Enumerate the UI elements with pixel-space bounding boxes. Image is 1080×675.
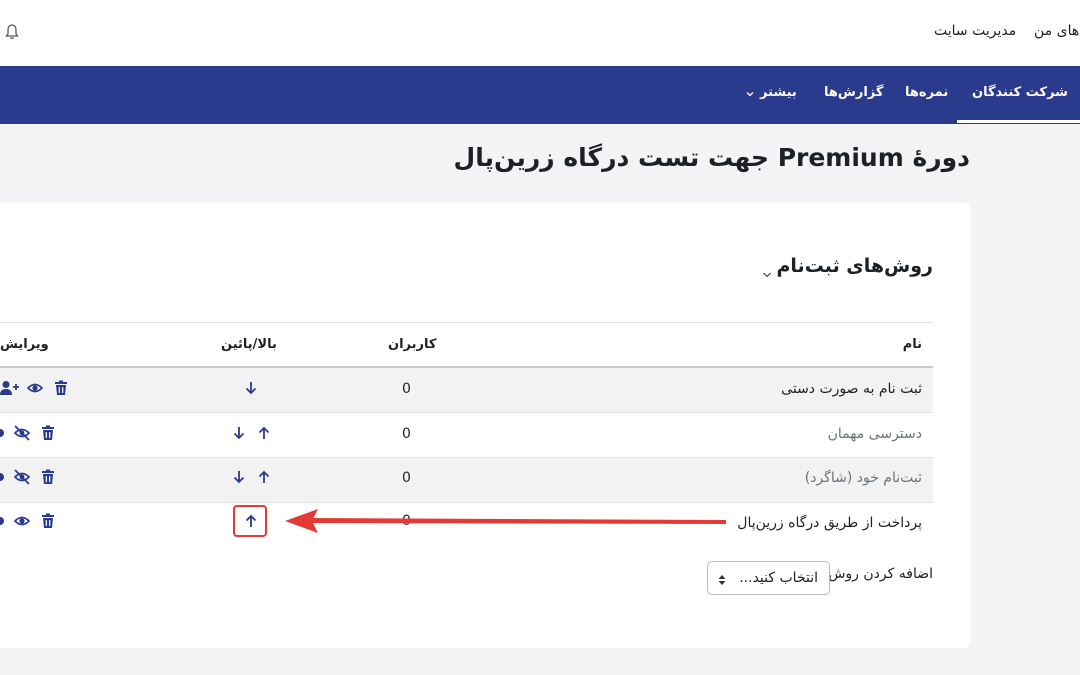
- select-arrows-icon: [717, 572, 727, 586]
- enrol-method-name: ثبت نام به صورت دستی: [781, 381, 922, 397]
- arrow-down-icon[interactable]: [243, 380, 259, 396]
- cog-icon[interactable]: [0, 517, 6, 525]
- tab-reports[interactable]: گزارش‌ها: [824, 85, 883, 100]
- cog-icon[interactable]: [0, 429, 6, 437]
- eye-slash-icon[interactable]: [13, 469, 31, 485]
- trash-icon[interactable]: [40, 425, 56, 441]
- highlight-box: [233, 505, 267, 537]
- trash-icon[interactable]: [53, 380, 69, 396]
- chevron-down-icon: [746, 87, 754, 102]
- column-header-users: کاربران: [388, 337, 437, 352]
- tab-more[interactable]: بیشتر: [760, 85, 797, 100]
- my-courses-link[interactable]: های من: [1034, 23, 1079, 39]
- enrol-user-count: 0: [402, 426, 411, 442]
- enrol-method-name: پرداخت از طریق درگاه زرین‌پال: [737, 515, 922, 531]
- trash-icon[interactable]: [40, 469, 56, 485]
- table-divider: [0, 502, 933, 503]
- arrow-up-icon[interactable]: [256, 469, 272, 485]
- enrol-method-name: ثبت‌نام خود (شاگرد): [804, 470, 922, 486]
- enrol-user-count: 0: [402, 381, 411, 397]
- bell-icon[interactable]: [4, 23, 20, 41]
- eye-slash-icon[interactable]: [13, 425, 31, 441]
- arrow-down-icon[interactable]: [231, 425, 247, 441]
- add-user-icon[interactable]: [0, 380, 20, 396]
- column-header-up-down: بالا/پائین: [221, 337, 277, 352]
- chevron-down-icon[interactable]: [762, 264, 772, 278]
- select-value: انتخاب کنید...: [739, 570, 818, 586]
- tab-participants[interactable]: شرکت کنندگان: [972, 85, 1068, 100]
- site-admin-link[interactable]: مدیریت سایت: [934, 23, 1016, 39]
- tab-grades[interactable]: نمره‌ها: [905, 85, 948, 100]
- eye-icon[interactable]: [27, 380, 43, 396]
- add-method-select[interactable]: انتخاب کنید...: [707, 561, 830, 595]
- section-title[interactable]: روش‌های ثبت‌نام: [777, 255, 934, 277]
- table-divider: [0, 412, 933, 413]
- active-tab-indicator: [957, 120, 1080, 123]
- table-divider: [0, 322, 933, 323]
- enrol-user-count: 0: [402, 470, 411, 486]
- eye-icon[interactable]: [14, 513, 30, 529]
- enrol-user-count: 0: [402, 513, 411, 529]
- top-bar: مدیریت سایت های من: [0, 0, 1080, 67]
- arrow-down-icon[interactable]: [231, 469, 247, 485]
- cog-icon[interactable]: [0, 473, 6, 481]
- arrow-up-icon[interactable]: [256, 425, 272, 441]
- column-header-name: نام: [902, 337, 922, 352]
- enrol-method-name: دسترسی مهمان: [827, 426, 922, 442]
- course-navbar: شرکت کنندگان نمره‌ها گزارش‌ها بیشتر: [0, 66, 1080, 124]
- page-title: دورهٔ Premium جهت تست درگاه زرین‌پال: [453, 143, 970, 172]
- table-row: [0, 458, 933, 502]
- column-header-edit: ویرایش: [0, 337, 49, 352]
- trash-icon[interactable]: [40, 513, 56, 529]
- add-method-label: اضافه کردن روش: [828, 566, 933, 582]
